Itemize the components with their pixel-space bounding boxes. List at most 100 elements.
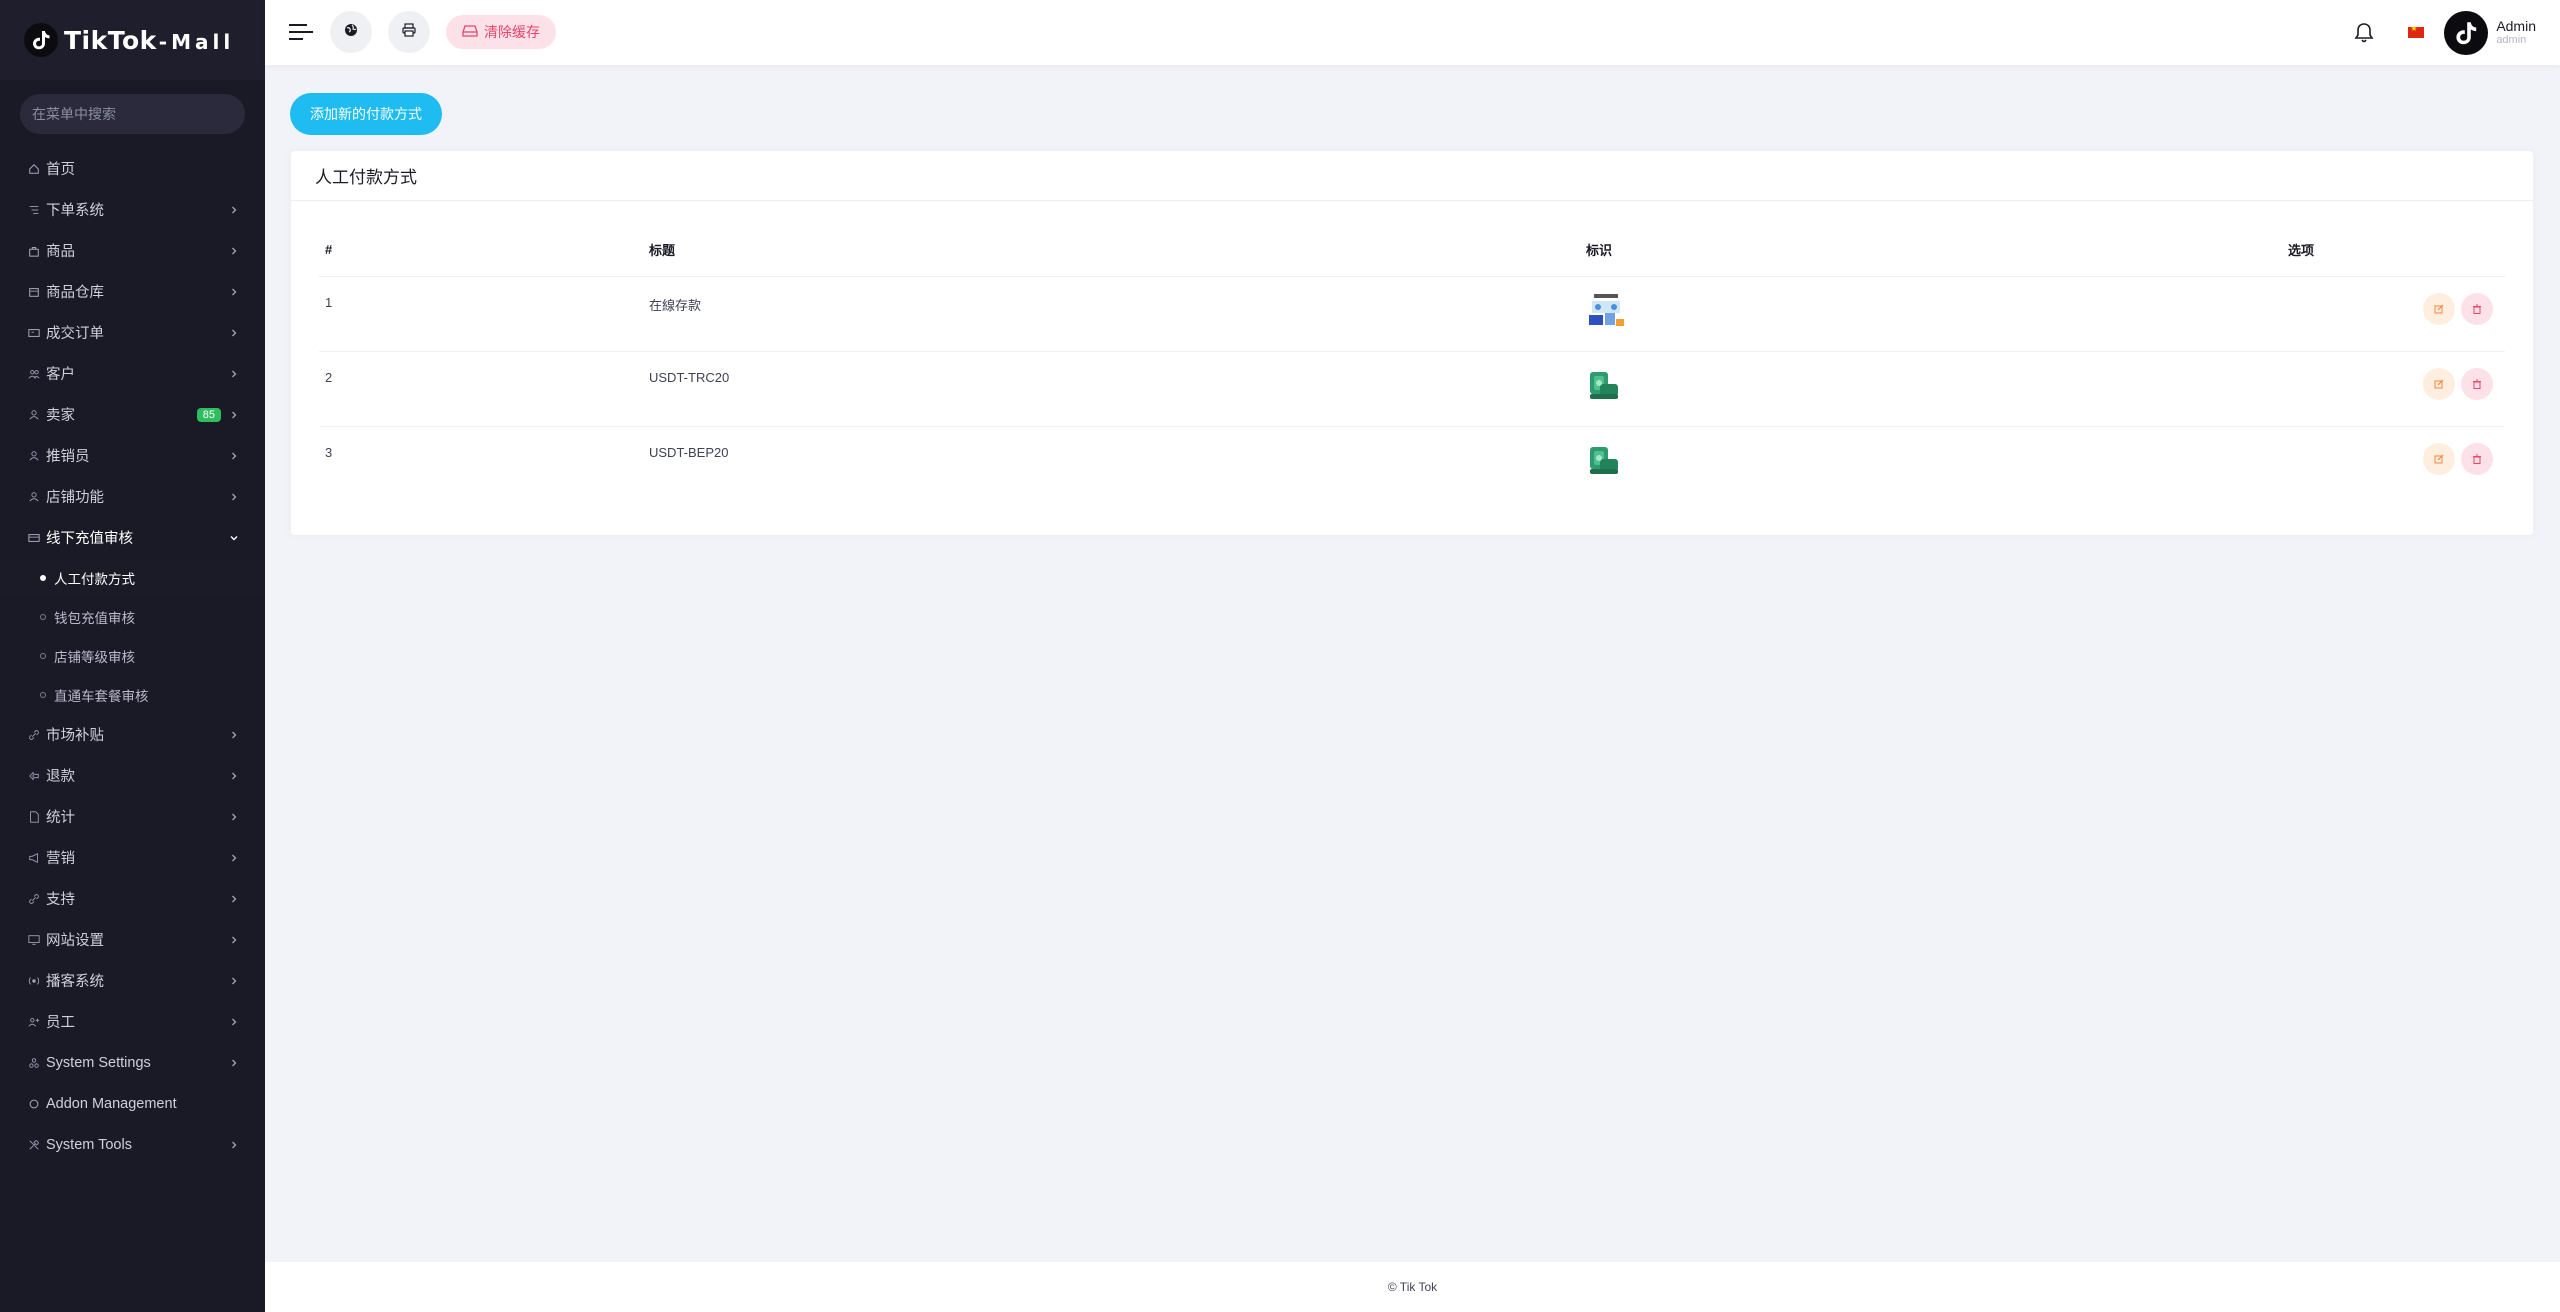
logo-cell (1586, 351, 2288, 427)
sidebar-item[interactable]: 商品仓库 (0, 271, 265, 312)
sidebar-item[interactable]: 店铺功能 (0, 476, 265, 517)
settings-icon (26, 1055, 42, 1071)
sidebar-item[interactable]: 员工 (0, 1001, 265, 1042)
user-role: admin (2496, 34, 2527, 47)
tiktok-logo-icon (24, 23, 58, 57)
pos-print-button[interactable] (388, 11, 430, 53)
cn-flag-icon[interactable] (2408, 24, 2425, 38)
chevron-right-icon (229, 812, 239, 822)
menu-search-input[interactable] (32, 106, 232, 122)
brand[interactable]: TikTok -Mall (0, 0, 265, 80)
sidebar-item-label: Addon Management (46, 1095, 177, 1112)
delete-button[interactable] (2461, 292, 2493, 325)
menu-search[interactable] (20, 94, 245, 134)
delete-button[interactable] (2461, 367, 2493, 400)
sidebar-item[interactable]: 卖家 85 (0, 394, 265, 435)
sidebar-item-label: 推销员 (46, 449, 90, 465)
sidebar-item[interactable]: 播客系统 (0, 960, 265, 1001)
delete-button[interactable] (2461, 442, 2493, 475)
sidebar: TikTok-Mall 首页下单系统商品商品仓库成交订单客户卖家 85 推销员店铺功… (0, 0, 265, 1312)
sidebar-item[interactable]: 网站设置 (0, 919, 265, 960)
clear-cache-button[interactable]: 清除缓存 (446, 15, 556, 49)
sidebar-item-label: 营销 (46, 851, 75, 867)
sidebar-item[interactable]: 成交订单 (0, 312, 265, 353)
sidebar-item[interactable]: 客户 (0, 353, 265, 394)
sidebar-item-label: 市场补贴 (46, 728, 104, 744)
sidebar-item[interactable]: 统计 (0, 796, 265, 837)
options-cell (2288, 426, 2505, 501)
options-cell (2288, 276, 2505, 352)
sidebar-item-label: 客户 (46, 367, 75, 383)
table-row: 1 在線存款 (319, 276, 2505, 352)
table-header-row: # 标题 标识 选项 (319, 224, 2505, 277)
submenu-item-label: 直通车套餐审核 (54, 688, 149, 704)
bullet-icon (40, 691, 46, 698)
sidebar-item[interactable]: 市场补贴 (0, 714, 265, 755)
sidebar-item-label: 商品仓库 (46, 285, 104, 301)
chevron-right-icon (229, 976, 239, 986)
tools-icon (26, 1137, 42, 1153)
sidebar-item-label: 首页 (46, 162, 75, 178)
sidebar-item-label: 退款 (46, 769, 75, 785)
link-icon (26, 727, 42, 743)
user-meta[interactable]: Admin admin (2496, 17, 2536, 47)
sidebar-item[interactable]: System Tools (0, 1124, 265, 1165)
user-name: Admin (2496, 17, 2536, 34)
edit-button[interactable] (2423, 367, 2455, 400)
chevron-right-icon (229, 853, 239, 863)
sidebar-item[interactable]: Addon Management (0, 1083, 265, 1124)
sidebar-item[interactable]: 商品 (0, 230, 265, 271)
chevron-right-icon (229, 451, 239, 461)
addon-icon (26, 1096, 42, 1112)
clear-cache-label: 清除缓存 (484, 24, 540, 40)
bullet-icon (40, 613, 46, 620)
sidebar-item-label: 线下充值审核 (46, 531, 133, 547)
chevron-right-icon (229, 410, 239, 420)
cash-stack-logo (1586, 446, 1622, 480)
menu-toggle-icon[interactable] (289, 20, 313, 44)
megaphone-icon (26, 850, 42, 866)
chevron-right-icon (229, 1017, 239, 1027)
sidebar-submenu: 人工付款方式 钱包充值审核 店铺等级审核直通车套餐审核 (0, 558, 265, 714)
submenu-item[interactable]: 人工付款方式 (0, 558, 265, 597)
chevron-right-icon (229, 935, 239, 945)
edit-button[interactable] (2423, 292, 2455, 325)
sidebar-item[interactable]: 推销员 (0, 435, 265, 476)
sidebar-item[interactable]: 退款 (0, 755, 265, 796)
chevron-right-icon (229, 205, 239, 215)
sidebar-item-label: 卖家 (46, 408, 75, 424)
logo-cell (1586, 276, 2288, 352)
sidebar-item-label: 支持 (46, 892, 75, 908)
submenu-item[interactable]: 钱包充值审核 (0, 597, 265, 636)
header-right: Admin admin (2354, 0, 2560, 65)
chevron-down-icon (229, 533, 239, 543)
bag-icon (26, 243, 42, 259)
submenu-item[interactable]: 店铺等级审核 (0, 636, 265, 675)
card-icon (26, 530, 42, 546)
sidebar-item[interactable]: 下单系统 (0, 189, 265, 230)
broadcast-icon (26, 973, 42, 989)
chevron-right-icon (229, 369, 239, 379)
sidebar-item[interactable]: 营销 (0, 837, 265, 878)
avatar[interactable] (2444, 10, 2489, 55)
website-globe-button[interactable] (330, 11, 372, 53)
sidebar-menu: 首页下单系统商品商品仓库成交订单客户卖家 85 推销员店铺功能线下充值审核人工付款方… (0, 148, 265, 1165)
submenu-item[interactable]: 直通车套餐审核 (0, 675, 265, 714)
options-cell (2288, 351, 2505, 427)
sidebar-item[interactable]: 线下充值审核 (0, 517, 265, 558)
add-payment-method-button[interactable]: 添加新的付款方式 (290, 93, 442, 135)
sidebar-item-label: 下单系统 (46, 203, 104, 219)
footer-copyright: © Tik Tok (1387, 1280, 1438, 1294)
sidebar-item[interactable]: System Settings (0, 1042, 265, 1083)
row-number: 2 (319, 351, 649, 427)
sidebar-item[interactable]: 首页 (0, 148, 265, 189)
payment-title: USDT-TRC20 (649, 351, 1586, 427)
refund-icon (26, 768, 42, 784)
edit-button[interactable] (2423, 442, 2455, 475)
sidebar-item[interactable]: 支持 (0, 878, 265, 919)
chevron-right-icon (229, 730, 239, 740)
payment-title: 在線存款 (649, 276, 1586, 352)
bell-icon[interactable] (2354, 22, 2374, 44)
users-icon (26, 366, 42, 382)
chevron-right-icon (229, 287, 239, 297)
